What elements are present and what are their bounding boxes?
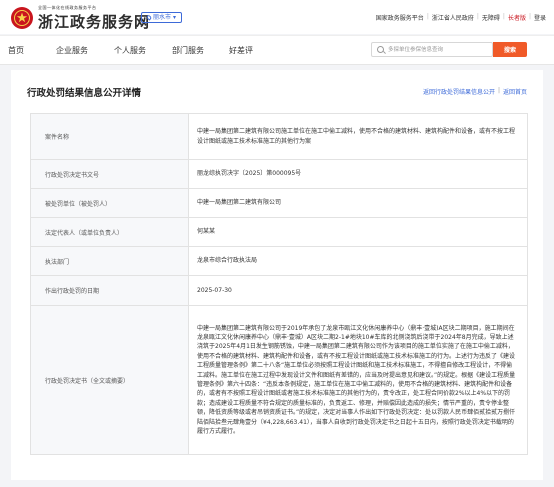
- nav-item-personal[interactable]: 个人服务: [114, 45, 146, 56]
- row-key-punished-party: 被处罚单位（被处罚人）: [30, 188, 189, 218]
- link-accessibility[interactable]: 无障碍: [482, 13, 500, 22]
- government-emblem-icon[interactable]: [11, 7, 33, 29]
- table-row: 行政处罚决定书文号 丽龙综执罚决字〔2025〕第000095号: [30, 159, 528, 189]
- row-value-decision-number: 丽龙综执罚决字〔2025〕第000095号: [188, 159, 528, 189]
- row-value-enforcement-dept: 龙泉市综合行政执法局: [188, 246, 528, 276]
- nav-item-department[interactable]: 部门服务: [172, 45, 204, 56]
- row-value-case-name: 中建一局集团第二建筑有限公司施工单位在施工中偷工减料，使用不合格的建筑材料、建筑…: [188, 113, 528, 160]
- top-links: 国家政务服务平台 | 浙江省人民政府 | 无障碍 | 长者版 | 登录: [376, 13, 546, 22]
- region-selector[interactable]: 丽水市 ▾: [141, 12, 183, 23]
- card-links: 返回行政处罚结果信息公开 | 返回首页: [423, 87, 527, 96]
- table-row: 被处罚单位（被处罚人） 中建一局集团第二建筑有限公司: [30, 188, 528, 218]
- nav-item-enterprise[interactable]: 企业服务: [56, 45, 88, 56]
- search-input[interactable]: [388, 45, 488, 55]
- row-value-punished-party: 中建一局集团第二建筑有限公司: [188, 188, 528, 218]
- row-key-case-name: 案件名称: [30, 113, 189, 160]
- divider: |: [497, 87, 500, 94]
- search-box: [371, 42, 493, 57]
- chevron-down-icon: ▾: [173, 14, 177, 21]
- region-label: 丽水市: [153, 14, 172, 21]
- link-provincial-government[interactable]: 浙江省人民政府: [432, 13, 474, 22]
- site-logo-title[interactable]: 浙江政务服务网: [38, 11, 150, 32]
- row-key-decision-date: 作出行政处罚的日期: [30, 275, 189, 306]
- link-login[interactable]: 登录: [534, 13, 546, 22]
- detail-card: 行政处罚结果信息公开详情 返回行政处罚结果信息公开 | 返回首页 案件名称 中建…: [11, 70, 543, 480]
- link-national-platform[interactable]: 国家政务服务平台: [376, 13, 424, 22]
- nav-item-home[interactable]: 首页: [8, 45, 24, 56]
- row-value-legal-representative: 何某某: [188, 217, 528, 247]
- table-row: 行政处罚决定书（全文或摘要） 中建一局集团第二建筑有限公司于2019年承包了龙泉…: [30, 305, 528, 455]
- location-pin-icon: [145, 14, 153, 21]
- divider: |: [502, 13, 505, 20]
- row-key-decision-text: 行政处罚决定书（全文或摘要）: [30, 305, 189, 455]
- nav-item-evaluation[interactable]: 好差评: [229, 45, 253, 56]
- table-row: 法定代表人（或单位负责人） 何某某: [30, 217, 528, 247]
- row-key-enforcement-dept: 执法部门: [30, 246, 189, 276]
- row-key-decision-number: 行政处罚决定书文号: [30, 159, 189, 189]
- divider: |: [528, 13, 531, 20]
- table-row: 案件名称 中建一局集团第二建筑有限公司施工单位在施工中偷工减料，使用不合格的建筑…: [30, 113, 528, 160]
- row-value-decision-date: 2025-07-30: [188, 275, 528, 306]
- search-button[interactable]: 搜索: [493, 42, 527, 57]
- table-row: 执法部门 龙泉市综合行政执法局: [30, 246, 528, 276]
- table-row: 作出行政处罚的日期 2025-07-30: [30, 275, 528, 306]
- divider: |: [476, 13, 479, 20]
- search-icon: [377, 46, 384, 53]
- link-elderly-mode[interactable]: 长者版: [508, 13, 526, 22]
- page-title: 行政处罚结果信息公开详情: [27, 88, 142, 99]
- back-to-home-link[interactable]: 返回首页: [503, 87, 527, 96]
- divider: |: [426, 13, 429, 20]
- row-value-decision-text: 中建一局集团第二建筑有限公司于2019年承包了龙泉市瓯江文化休闲康养中心（鼎丰·…: [188, 305, 528, 455]
- back-to-list-link[interactable]: 返回行政处罚结果信息公开: [423, 87, 495, 96]
- top-header: 全国一体化在线政务服务平台 浙江政务服务网 丽水市 ▾ 国家政务服务平台 | 浙…: [0, 0, 554, 34]
- detail-table: 案件名称 中建一局集团第二建筑有限公司施工单位在施工中偷工减料，使用不合格的建筑…: [30, 113, 528, 455]
- row-key-legal-representative: 法定代表人（或单位负责人）: [30, 217, 189, 247]
